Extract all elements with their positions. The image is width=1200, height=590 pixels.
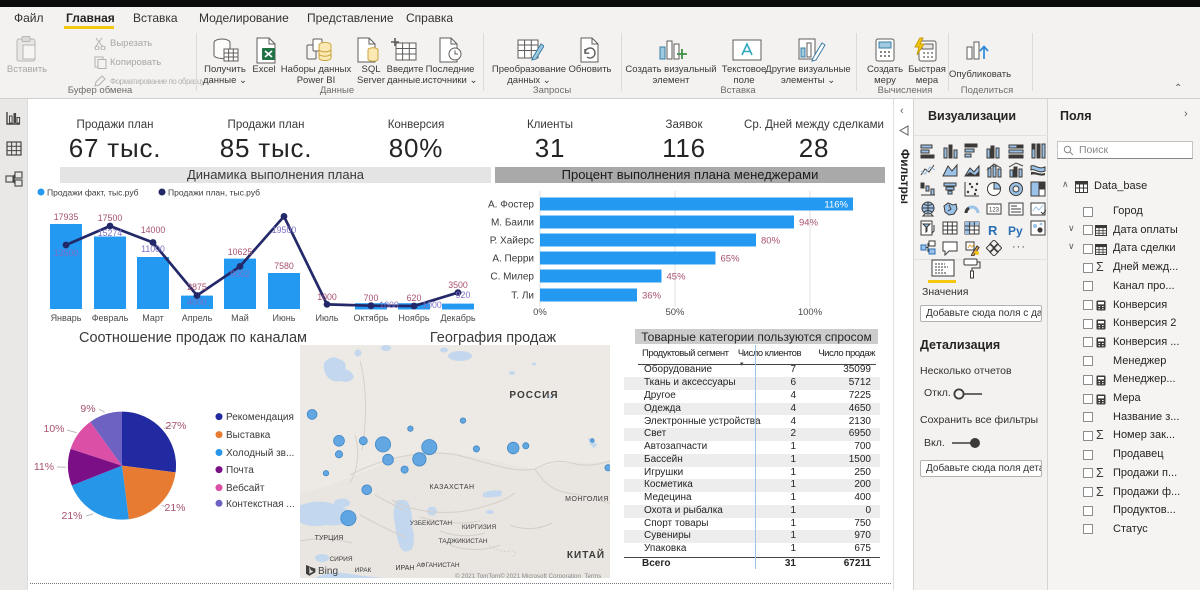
svg-text:9%: 9%	[80, 403, 95, 415]
svg-text:Холодный зв...: Холодный зв...	[226, 448, 294, 459]
svg-text:© 2021 TomTom© 2021 Microsoft: © 2021 TomTom© 2021 Microsoft Corporatio…	[455, 573, 601, 578]
svg-text:45%: 45%	[667, 272, 687, 283]
svg-text:17500: 17500	[98, 213, 123, 223]
svg-text:1000: 1000	[379, 300, 399, 310]
svg-text:21%: 21%	[61, 510, 82, 522]
svg-text:А. Фостер: А. Фостер	[488, 200, 534, 211]
svg-text:РОССИЯ: РОССИЯ	[509, 390, 558, 401]
svg-text:21%: 21%	[164, 502, 185, 514]
svg-text:ИРАК: ИРАК	[355, 567, 372, 574]
svg-text:14000: 14000	[141, 225, 166, 235]
svg-text:Май: Май	[231, 313, 249, 323]
svg-text:Т. Ли: Т. Ли	[511, 291, 534, 302]
svg-text:Р. Хайерс: Р. Хайерс	[490, 236, 534, 247]
svg-text:1000: 1000	[422, 300, 442, 310]
svg-text:15274: 15274	[98, 228, 123, 238]
svg-text:2875: 2875	[187, 282, 207, 292]
svg-text:М. Баили: М. Баили	[491, 218, 534, 229]
svg-text:920: 920	[456, 290, 471, 300]
svg-text:10625: 10625	[228, 247, 253, 257]
svg-text:17935: 17935	[54, 212, 79, 222]
svg-text:Июль: Июль	[316, 313, 339, 323]
svg-text:0%: 0%	[533, 307, 547, 318]
svg-text:50%: 50%	[665, 307, 685, 318]
svg-text:Июнь: Июнь	[273, 313, 296, 323]
svg-text:С. Милер: С. Милер	[490, 272, 534, 283]
svg-text:700: 700	[364, 293, 379, 303]
svg-text:КИРГИЗИЯ: КИРГИЗИЯ	[462, 524, 497, 531]
svg-text:КАЗАХСТАН: КАЗАХСТАН	[429, 484, 474, 491]
svg-text:7580: 7580	[274, 261, 294, 271]
svg-text:27%: 27%	[165, 420, 186, 432]
svg-text:Февраль: Февраль	[92, 313, 129, 323]
svg-text:ТУРЦИЯ: ТУРЦИЯ	[315, 535, 344, 542]
svg-text:11000: 11000	[141, 244, 165, 254]
svg-text:ИРАН: ИРАН	[396, 565, 415, 572]
svg-text:620: 620	[407, 293, 422, 303]
svg-text:Почта: Почта	[226, 465, 254, 476]
svg-text:СИРИЯ: СИРИЯ	[329, 556, 352, 563]
svg-text:9002: 9002	[230, 269, 250, 279]
svg-text:3500: 3500	[448, 280, 468, 290]
svg-text:94%: 94%	[799, 218, 819, 229]
svg-text:Март: Март	[142, 313, 164, 323]
svg-text:Октябрь: Октябрь	[354, 313, 389, 323]
svg-text:Декабрь: Декабрь	[440, 313, 475, 323]
svg-text:80%: 80%	[761, 236, 781, 247]
svg-text:65%: 65%	[721, 254, 741, 265]
svg-text:Продажи факт, тыс.руб: Продажи факт, тыс.руб	[47, 188, 139, 198]
svg-text:Вебсайт: Вебсайт	[226, 482, 265, 494]
svg-text:Контекстная ...: Контекстная ...	[226, 499, 295, 510]
svg-text:19500: 19500	[272, 225, 297, 235]
svg-text:1000: 1000	[317, 292, 337, 302]
svg-text:МОНГОЛИЯ: МОНГОЛИЯ	[565, 496, 609, 503]
svg-text:А. Перри: А. Перри	[492, 254, 534, 265]
svg-text:11%: 11%	[34, 461, 54, 473]
svg-text:10%: 10%	[43, 423, 64, 435]
svg-text:13500: 13500	[54, 248, 79, 258]
svg-text:100%: 100%	[798, 307, 823, 318]
svg-text:116%: 116%	[824, 200, 848, 211]
svg-text:АФГАНИСТАН: АФГАНИСТАН	[416, 562, 459, 569]
svg-text:Bing: Bing	[318, 566, 338, 577]
svg-text:4000: 4000	[187, 297, 207, 307]
svg-text:Ноябрь: Ноябрь	[398, 313, 430, 323]
svg-text:Выставка: Выставка	[226, 430, 271, 441]
svg-text:123: 123	[989, 207, 1000, 213]
svg-text:Продажи план, тыс.руб: Продажи план, тыс.руб	[168, 188, 260, 198]
svg-text:ТАДЖИКИСТАН: ТАДЖИКИСТАН	[438, 538, 487, 545]
svg-text:КИТАЙ: КИТАЙ	[567, 548, 605, 561]
svg-text:Рекомендация: Рекомендация	[226, 412, 294, 423]
svg-text:Апрель: Апрель	[182, 313, 213, 323]
svg-text:36%: 36%	[642, 291, 662, 302]
svg-text:УЗБЕКИСТАН: УЗБЕКИСТАН	[410, 520, 453, 527]
svg-text:Январь: Январь	[51, 313, 82, 323]
